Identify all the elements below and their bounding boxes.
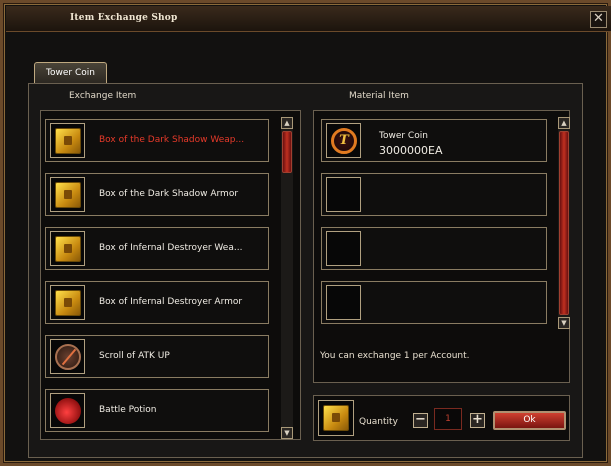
scroll-down-icon[interactable]: ▼ bbox=[558, 317, 570, 329]
material-quantity: 3000000EA bbox=[379, 144, 443, 157]
decrease-quantity-button[interactable]: − bbox=[413, 413, 428, 428]
item-slot bbox=[326, 285, 361, 320]
material-slot-empty bbox=[321, 281, 547, 324]
item-slot bbox=[326, 177, 361, 212]
exchange-item-label: Scroll of ATK UP bbox=[99, 351, 170, 361]
item-slot: T bbox=[326, 123, 361, 158]
tab-tower-coin[interactable]: Tower Coin bbox=[34, 62, 107, 84]
close-button[interactable]: ✕ bbox=[590, 11, 607, 28]
chest-icon bbox=[55, 182, 81, 208]
scroll-icon bbox=[55, 344, 81, 370]
item-slot bbox=[50, 393, 85, 428]
ok-button[interactable]: Ok bbox=[493, 411, 566, 430]
material-name: Tower Coin bbox=[379, 131, 428, 141]
material-scrollbar[interactable]: ▲ ▼ bbox=[558, 117, 570, 329]
chest-icon bbox=[55, 128, 81, 154]
exchange-item-label: Battle Potion bbox=[99, 405, 157, 415]
item-slot bbox=[50, 177, 85, 212]
item-slot bbox=[50, 231, 85, 266]
exchange-limit-notice: You can exchange 1 per Account. bbox=[320, 351, 470, 361]
window-title: Item Exchange Shop bbox=[70, 13, 178, 23]
exchange-item-label: Box of the Dark Shadow Weap... bbox=[99, 135, 245, 145]
exchange-item-row[interactable]: Battle Potion bbox=[45, 389, 269, 432]
material-slot-empty bbox=[321, 227, 547, 270]
title-bar[interactable]: Item Exchange Shop ✕ bbox=[6, 6, 611, 32]
item-slot bbox=[50, 285, 85, 320]
exchange-item-row[interactable]: Box of Infernal Destroyer Wea... bbox=[45, 227, 269, 270]
exchange-item-row[interactable]: Scroll of ATK UP bbox=[45, 335, 269, 378]
exchange-item-row[interactable]: Box of Infernal Destroyer Armor bbox=[45, 281, 269, 324]
chest-icon bbox=[55, 290, 81, 316]
increase-quantity-button[interactable]: + bbox=[470, 413, 485, 428]
tower-coin-icon: T bbox=[331, 128, 357, 154]
exchange-item-row[interactable]: Box of the Dark Shadow Armor bbox=[45, 173, 269, 216]
selected-item-slot bbox=[318, 400, 354, 436]
item-slot bbox=[50, 123, 85, 158]
scroll-up-icon[interactable]: ▲ bbox=[558, 117, 570, 129]
chest-icon bbox=[323, 405, 349, 431]
item-slot bbox=[326, 231, 361, 266]
exchange-item-label: Box of Infernal Destroyer Wea... bbox=[99, 243, 243, 253]
scroll-down-icon[interactable]: ▼ bbox=[281, 427, 293, 439]
potion-icon bbox=[55, 398, 81, 424]
exchange-item-label: Box of the Dark Shadow Armor bbox=[99, 189, 239, 199]
purchase-bar: Quantity − 1 + Ok bbox=[313, 395, 570, 441]
material-item-header: Material Item bbox=[349, 91, 409, 101]
chest-icon bbox=[55, 236, 81, 262]
exchange-item-header: Exchange Item bbox=[69, 91, 137, 101]
material-item-row: T Tower Coin 3000000EA bbox=[321, 119, 547, 162]
exchange-item-label: Box of Infernal Destroyer Armor bbox=[99, 297, 243, 307]
scroll-up-icon[interactable]: ▲ bbox=[281, 117, 293, 129]
quantity-input[interactable]: 1 bbox=[434, 408, 462, 430]
material-slot-empty bbox=[321, 173, 547, 216]
scroll-thumb[interactable] bbox=[559, 131, 569, 315]
scroll-thumb[interactable] bbox=[282, 131, 292, 173]
item-slot bbox=[50, 339, 85, 374]
close-icon: ✕ bbox=[593, 11, 604, 26]
quantity-label: Quantity bbox=[359, 417, 398, 427]
exchange-scrollbar[interactable]: ▲ ▼ bbox=[281, 117, 293, 439]
exchange-item-row[interactable]: Box of the Dark Shadow Weap... bbox=[45, 119, 269, 162]
